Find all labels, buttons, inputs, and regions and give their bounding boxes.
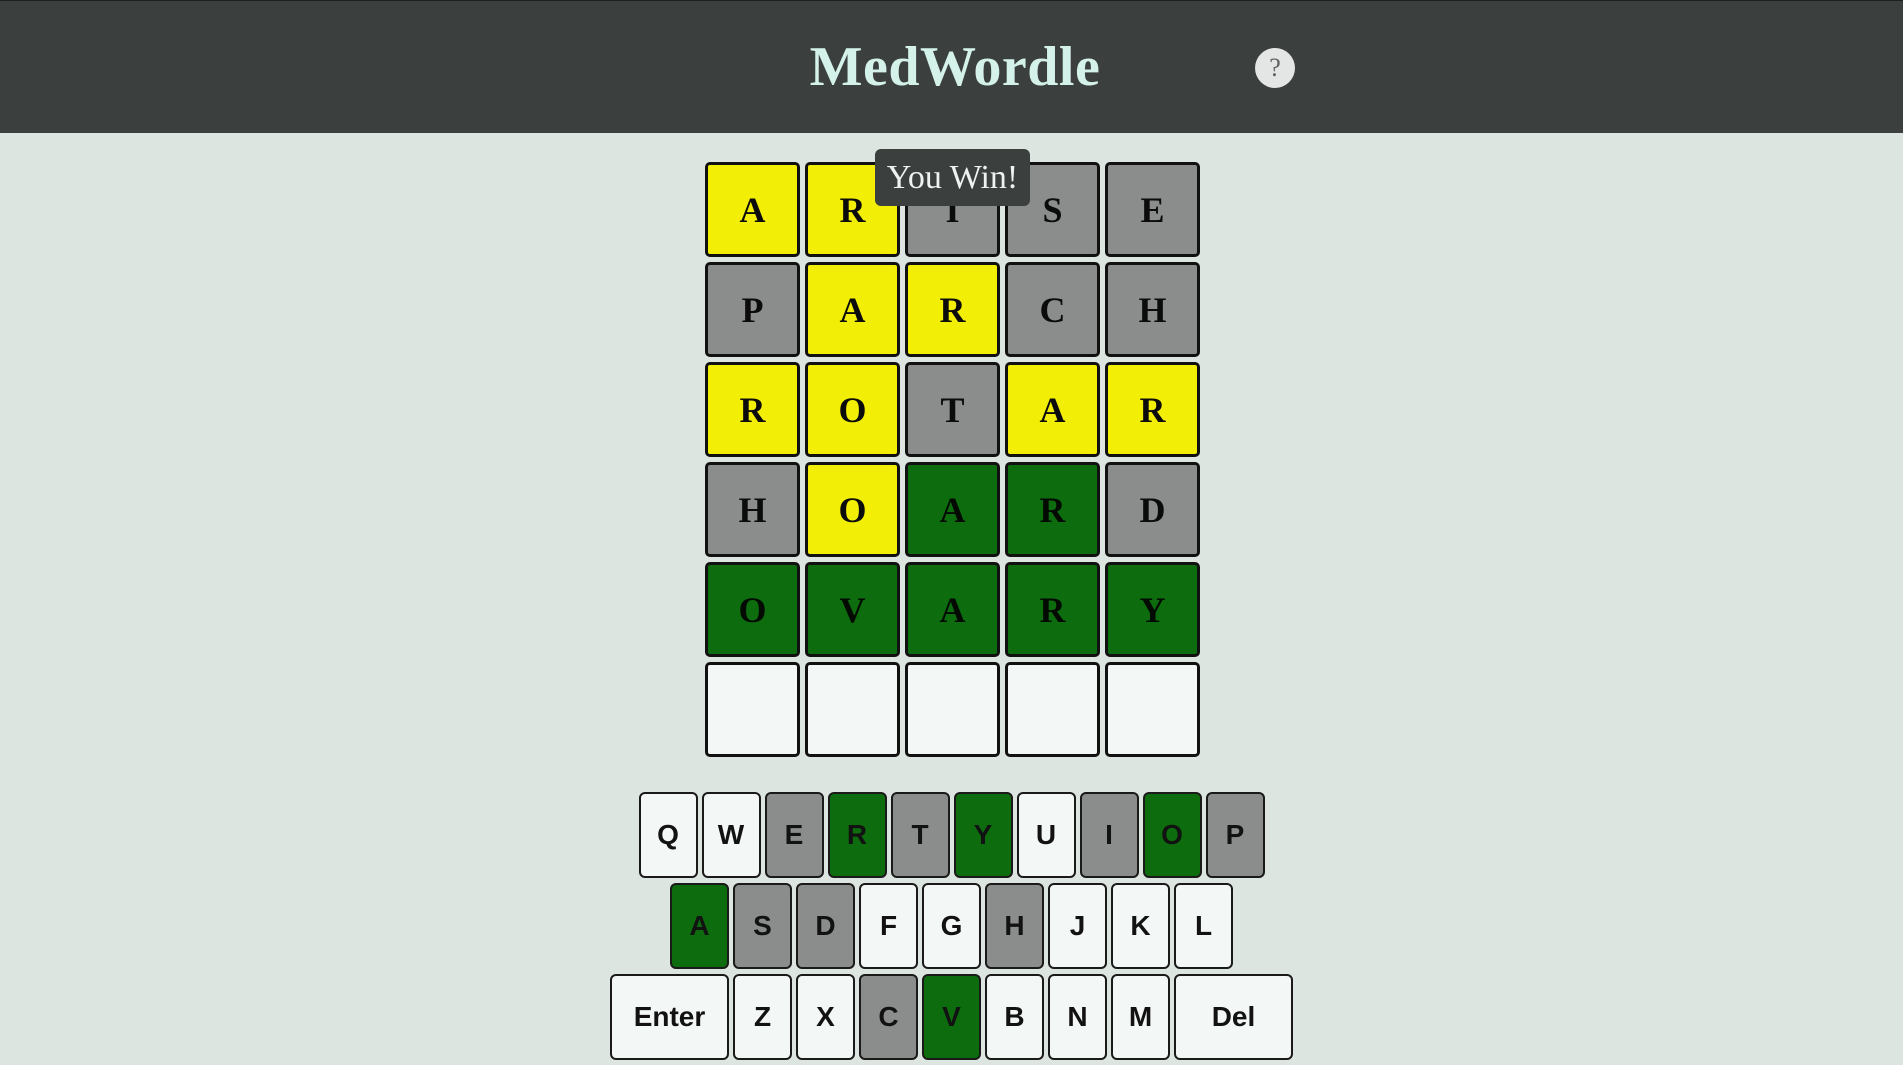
- board-tile: [805, 662, 900, 757]
- key-a[interactable]: A: [670, 883, 729, 969]
- board-row: ROTAR: [705, 362, 1204, 457]
- board-tile: A: [805, 262, 900, 357]
- key-t[interactable]: T: [890, 792, 950, 878]
- key-b[interactable]: B: [985, 974, 1044, 1060]
- board-tile: H: [1105, 262, 1200, 357]
- key-e[interactable]: E: [764, 792, 824, 878]
- board-tile: T: [905, 362, 1000, 457]
- board-tile: P: [705, 262, 800, 357]
- board-tile: R: [1105, 362, 1200, 457]
- key-x[interactable]: X: [796, 974, 855, 1060]
- key-n[interactable]: N: [1048, 974, 1107, 1060]
- key-f[interactable]: F: [859, 883, 918, 969]
- board-tile: [705, 662, 800, 757]
- key-w[interactable]: W: [701, 792, 761, 878]
- board-tile: A: [905, 462, 1000, 557]
- key-q[interactable]: Q: [638, 792, 698, 878]
- win-toast: You Win!: [875, 149, 1030, 206]
- key-k[interactable]: K: [1111, 883, 1170, 969]
- key-g[interactable]: G: [922, 883, 981, 969]
- enter-key[interactable]: Enter: [610, 974, 729, 1060]
- board-tile: A: [1005, 362, 1100, 457]
- board-tile: [1105, 662, 1200, 757]
- key-v[interactable]: V: [922, 974, 981, 1060]
- board-tile: [905, 662, 1000, 757]
- key-p[interactable]: P: [1205, 792, 1265, 878]
- on-screen-keyboard: Q W E R T Y U I O P A S D F G H J K L Enter Z X C V B N M Del: [0, 792, 1903, 1065]
- key-o[interactable]: O: [1142, 792, 1202, 878]
- board-row: PARCH: [705, 262, 1204, 357]
- game-board: ARISEPARCHROTARHOARDOVARY: [705, 162, 1204, 762]
- board-tile: R: [705, 362, 800, 457]
- help-button[interactable]: ?: [1255, 48, 1295, 88]
- board-tile: O: [805, 462, 900, 557]
- key-z[interactable]: Z: [733, 974, 792, 1060]
- board-row: HOARD: [705, 462, 1204, 557]
- key-m[interactable]: M: [1111, 974, 1170, 1060]
- key-l[interactable]: L: [1174, 883, 1233, 969]
- key-d[interactable]: D: [796, 883, 855, 969]
- board-tile: R: [1005, 562, 1100, 657]
- board-tile: R: [905, 262, 1000, 357]
- board-row: [705, 662, 1204, 757]
- top-bar: MedWordle ?: [0, 0, 1903, 133]
- delete-key[interactable]: Del: [1174, 974, 1293, 1060]
- board-tile: C: [1005, 262, 1100, 357]
- board-tile: A: [905, 562, 1000, 657]
- board-tile: V: [805, 562, 900, 657]
- key-r[interactable]: R: [827, 792, 887, 878]
- keyboard-row: ASDFGHJKL: [0, 883, 1903, 969]
- board-tile: O: [705, 562, 800, 657]
- key-j[interactable]: J: [1048, 883, 1107, 969]
- board-tile: E: [1105, 162, 1200, 257]
- key-y[interactable]: Y: [953, 792, 1013, 878]
- key-h[interactable]: H: [985, 883, 1044, 969]
- board-row: OVARY: [705, 562, 1204, 657]
- board-tile: R: [1005, 462, 1100, 557]
- keyboard-row: Enter Z X C V B N M Del: [0, 974, 1903, 1060]
- key-c[interactable]: C: [859, 974, 918, 1060]
- app-title: MedWordle: [809, 36, 1101, 98]
- board-tile: Y: [1105, 562, 1200, 657]
- key-i[interactable]: I: [1079, 792, 1139, 878]
- key-u[interactable]: U: [1016, 792, 1076, 878]
- board-tile: O: [805, 362, 900, 457]
- board-tile: H: [705, 462, 800, 557]
- board-tile: [1005, 662, 1100, 757]
- keyboard-row: QWERTYUIOP: [0, 792, 1903, 878]
- key-s[interactable]: S: [733, 883, 792, 969]
- board-tile: A: [705, 162, 800, 257]
- board-tile: D: [1105, 462, 1200, 557]
